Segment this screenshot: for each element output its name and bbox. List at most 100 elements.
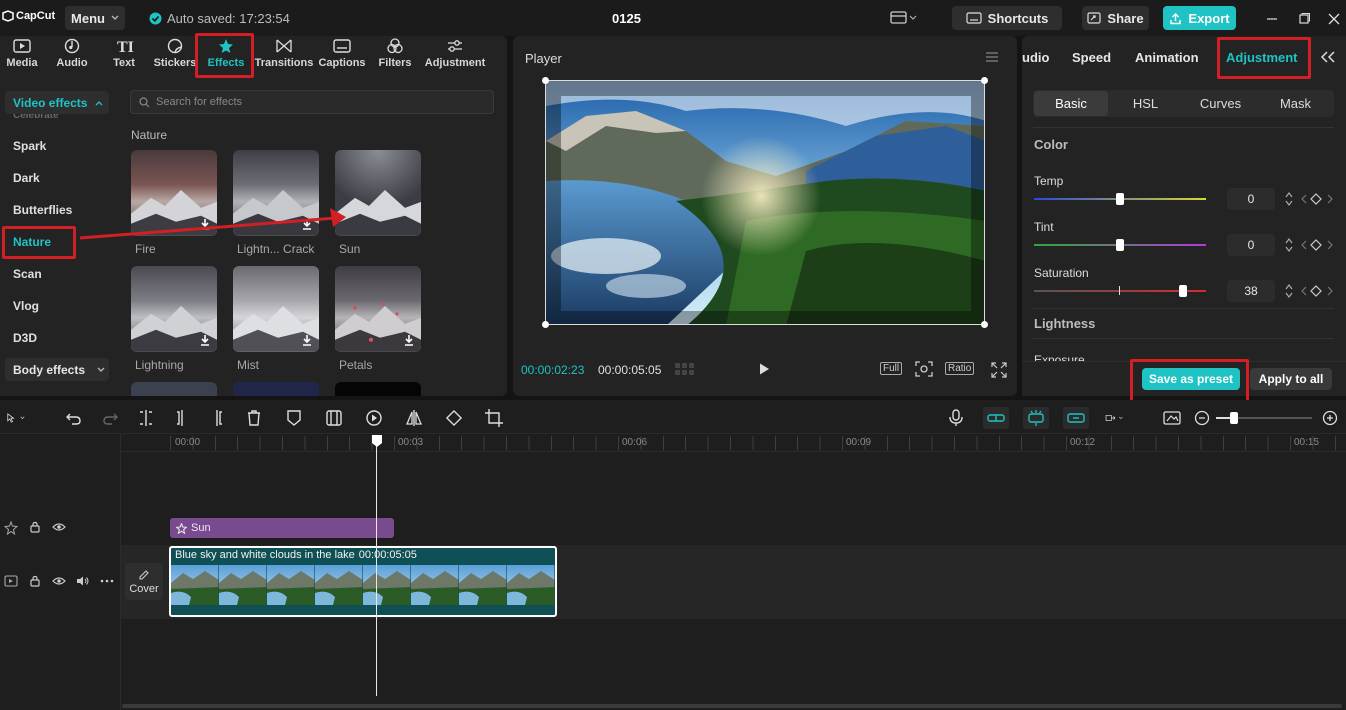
tint-value[interactable]: 0 [1227,234,1275,256]
tool-media[interactable]: Media [0,38,48,74]
category-butterflies[interactable]: Butterflies [13,203,72,217]
keyframe-icon[interactable] [1300,192,1334,206]
tool-text[interactable]: TI Text [98,38,150,74]
stepper-icon[interactable] [1283,282,1295,300]
tool-stickers[interactable]: Stickers [149,38,201,74]
undo-icon[interactable] [64,408,84,428]
temp-value[interactable]: 0 [1227,188,1275,210]
resize-handle[interactable] [542,77,549,84]
focus-icon[interactable] [915,361,933,377]
menu-button[interactable]: Menu [65,6,125,30]
effect-thumb-partial[interactable] [131,382,217,396]
rotate-icon[interactable] [444,408,464,428]
tool-transitions[interactable]: Transitions [255,38,313,74]
category-vlog[interactable]: Vlog [13,299,39,313]
resize-handle[interactable] [542,321,549,328]
split-right-icon[interactable] [207,408,227,428]
player-video-frame[interactable] [545,80,985,325]
video-effects-dropdown[interactable]: Video effects [5,91,109,114]
tool-captions[interactable]: Captions [316,38,368,74]
subtab-hsl[interactable]: HSL [1108,91,1183,116]
menu-lines-icon[interactable] [985,51,999,63]
download-icon[interactable] [402,333,416,347]
effect-clip-sun[interactable]: Sun [170,518,394,538]
subtab-mask[interactable]: Mask [1258,91,1333,116]
tool-adjustment[interactable]: Adjustment [425,38,485,74]
lock-icon[interactable] [29,575,41,587]
timeline-scrollbar[interactable] [122,704,1342,708]
apply-to-all-button[interactable]: Apply to all [1250,368,1332,390]
full-button[interactable]: Full [880,362,903,375]
temp-slider-thumb[interactable] [1116,193,1124,205]
select-cursor-icon[interactable] [6,408,26,428]
timecode-grid-icon[interactable] [674,362,696,376]
share-button[interactable]: Share [1082,6,1149,30]
cover-button[interactable]: Cover [125,563,163,600]
download-icon[interactable] [198,333,212,347]
body-effects-dropdown[interactable]: Body effects [5,358,109,381]
maximize-icon[interactable] [1297,12,1311,26]
category-dark[interactable]: Dark [13,171,40,185]
collapse-panel-icon[interactable] [1320,51,1336,63]
zoom-slider-thumb[interactable] [1230,412,1238,424]
shortcuts-button[interactable]: Shortcuts [952,6,1062,30]
effect-thumb-mist[interactable] [233,266,319,352]
link-toggle[interactable] [1023,407,1049,429]
tab-audio[interactable]: udio [1022,50,1049,65]
resize-handle[interactable] [981,321,988,328]
subtab-basic[interactable]: Basic [1034,91,1108,116]
split-left-icon[interactable] [172,408,192,428]
download-icon[interactable] [300,333,314,347]
more-icon[interactable] [100,579,114,583]
stepper-icon[interactable] [1283,236,1295,254]
crop-icon[interactable] [484,408,504,428]
saturation-slider-thumb[interactable] [1179,285,1187,297]
project-name[interactable]: 0125 [612,11,641,26]
split-icon[interactable] [136,408,156,428]
microphone-icon[interactable] [946,408,966,428]
redo-icon[interactable] [100,408,120,428]
tint-slider-thumb[interactable] [1116,239,1124,251]
marker-icon[interactable] [284,408,304,428]
delete-icon[interactable] [244,408,264,428]
reverse-icon[interactable] [364,408,384,428]
fullscreen-icon[interactable] [991,362,1007,378]
tool-audio[interactable]: Audio [46,38,98,74]
keyframe-icon[interactable] [1300,284,1334,298]
eye-icon[interactable] [52,521,66,533]
zoom-in-icon[interactable] [1320,408,1340,428]
playhead-handle[interactable] [371,434,383,448]
effect-thumb-partial[interactable] [335,382,421,396]
eye-icon[interactable] [52,575,66,587]
play-icon[interactable] [757,362,771,376]
subtab-curves[interactable]: Curves [1183,91,1258,116]
category-d3d[interactable]: D3D [13,331,37,345]
stepper-icon[interactable] [1283,190,1295,208]
export-button[interactable]: Export [1163,6,1236,30]
effect-thumb-lightning[interactable] [131,266,217,352]
tab-speed[interactable]: Speed [1072,50,1111,65]
lock-icon[interactable] [29,521,41,533]
zoom-out-icon[interactable] [1192,408,1212,428]
thumbnail-view-icon[interactable] [1162,408,1182,428]
resize-handle[interactable] [981,77,988,84]
layout-icon[interactable] [890,11,918,25]
effect-thumb-partial[interactable] [233,382,319,396]
close-icon[interactable] [1327,12,1341,26]
chain-toggle[interactable] [1063,407,1089,429]
keyframe-icon[interactable] [1300,238,1334,252]
saturation-value[interactable]: 38 [1227,280,1275,302]
minimize-icon[interactable] [1265,12,1279,26]
preview-axis-icon[interactable] [1105,408,1125,428]
video-clip[interactable]: Blue sky and white clouds in the lake 00… [169,546,557,617]
freeze-frame-icon[interactable] [324,408,344,428]
effects-search-input[interactable]: Search for effects [130,90,494,114]
tab-animation[interactable]: Animation [1135,50,1199,65]
tool-filters[interactable]: Filters [369,38,421,74]
magnet-toggle[interactable] [983,407,1009,429]
mirror-icon[interactable] [404,408,424,428]
audio-volume-icon[interactable] [76,575,90,587]
playhead-line[interactable] [376,446,377,696]
ratio-button[interactable]: Ratio [945,362,975,375]
effect-thumb-petals[interactable] [335,266,421,352]
